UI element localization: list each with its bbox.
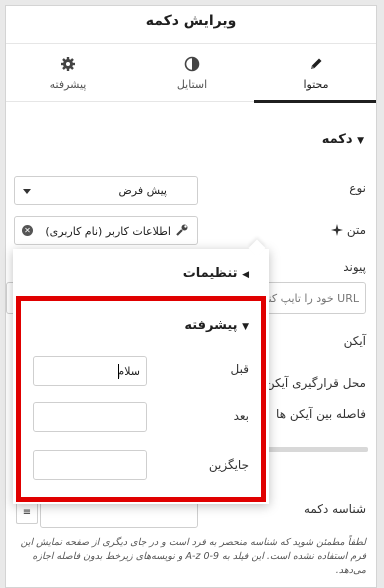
text-dynamic-tag[interactable]: اطلاعات کاربر (نام کاربری) ✕ [14,216,198,245]
tab-style[interactable]: استایل [130,44,254,102]
link-placeholder: URL خود را تایپ کنید [259,292,360,305]
panel-title: ویرایش دکمه [6,6,376,44]
pencil-icon [254,56,376,72]
tab-advanced[interactable]: پیشرفته [6,44,130,102]
type-select[interactable]: پیش فرض [14,176,198,205]
dynamic-tag-popover: ◀ تنظیمات ▼ پیشرفته قبل سلام بعد جایگزین [13,249,269,504]
list-icon[interactable]: ≡ [16,502,38,524]
tab-advanced-label: پیشرفته [49,78,87,91]
tab-content[interactable]: محتوا [254,44,376,103]
icon-spacing-label: فاصله بین آیکن ها [276,407,366,421]
icon-label: آیکن [343,334,366,348]
advanced-title: پیشرفته [184,318,238,333]
wrench-icon [175,223,189,237]
settings-title: تنظیمات [182,266,238,281]
before-input[interactable]: سلام [33,356,147,386]
type-label: نوع [349,181,366,195]
contrast-icon [130,56,254,72]
type-select-value: پیش فرض [118,184,167,197]
advanced-header[interactable]: ▼ پیشرفته [184,318,249,333]
help-text: لطفاً مطمئن شوید که شناسه منحصر به فرد ا… [20,537,366,576]
ai-sparkle-icon[interactable] [330,222,344,236]
fallback-label: جایگزین [208,458,249,472]
tab-bar: محتوا استایل پیشرفته [6,44,376,103]
spacing-slider[interactable] [260,447,368,452]
text-label: متن [346,223,366,237]
text-dynamic-tag-value: اطلاعات کاربر (نام کاربری) [45,225,171,238]
section-title: دکمه [321,132,353,147]
tab-content-label: محتوا [303,78,329,91]
button-id-label: شناسه دکمه [303,502,366,516]
tab-style-label: استایل [176,78,208,91]
settings-header[interactable]: ◀ تنظیمات [183,266,249,281]
chevron-down-icon [23,189,31,194]
after-input[interactable] [33,402,147,432]
close-icon[interactable]: ✕ [22,225,33,236]
fallback-input[interactable] [33,450,147,480]
section-button-header[interactable]: ▼ دکمه [322,132,364,147]
icon-position-label: محل قرارگیری آیکن [265,376,366,390]
gear-icon [6,56,130,72]
link-label: پیوند [343,260,366,274]
before-label: قبل [230,362,249,376]
before-value: سلام [117,365,140,378]
after-label: بعد [233,409,249,423]
highlight-box: ▼ پیشرفته قبل سلام بعد جایگزین [16,296,266,502]
text-cursor [118,364,119,379]
